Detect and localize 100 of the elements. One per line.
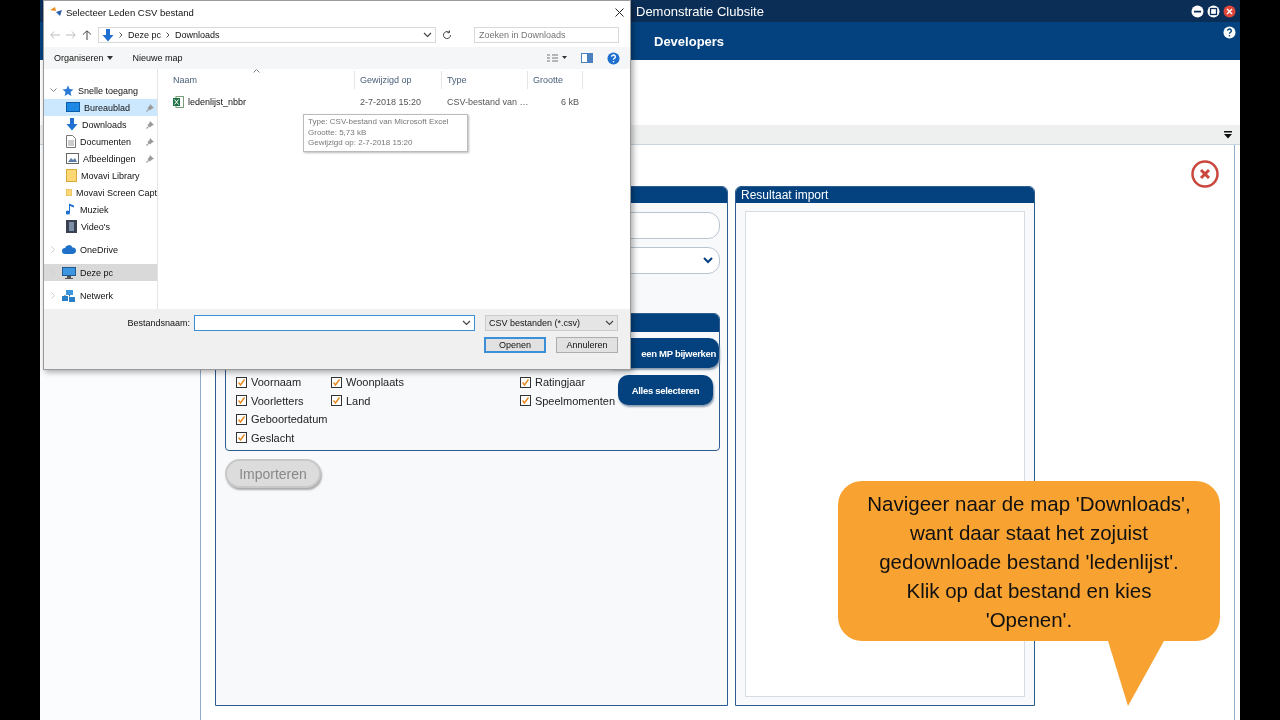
nav-item[interactable]: Movavi Screen Capt	[44, 184, 157, 201]
column-header[interactable]: Naam	[168, 71, 355, 89]
help-icon[interactable]	[1223, 26, 1236, 39]
nav-item[interactable]: OneDrive	[44, 241, 157, 258]
app-icon	[50, 7, 62, 17]
download-arrow-icon	[66, 118, 78, 131]
checkbox[interactable]	[331, 395, 342, 407]
close-icon[interactable]	[1223, 4, 1236, 18]
pin-icon	[146, 154, 154, 163]
field-label: Bestandsnaam:	[127, 318, 190, 328]
tooltip-text: Type: CSV-bestand van Microsoft Excel	[308, 117, 450, 128]
chevron-down-icon	[423, 32, 432, 38]
chevron-down-icon	[703, 257, 713, 264]
pin-icon	[146, 120, 154, 129]
checkbox[interactable]	[236, 432, 247, 444]
checkbox[interactable]	[520, 376, 531, 388]
checkbox-label: Speelmomenten	[534, 394, 615, 407]
dialog-title: Selecteer Leden CSV bestand	[66, 6, 195, 18]
column-header[interactable]: Type	[442, 71, 528, 89]
checkbox-label: Geslacht	[251, 431, 295, 444]
checkbox[interactable]	[236, 376, 247, 388]
nav-item[interactable]: Movavi Library	[44, 167, 157, 184]
pin-icon	[146, 103, 154, 112]
breadcrumb[interactable]: Downloads	[175, 30, 220, 40]
toolbar-button[interactable]: Organiseren	[54, 53, 113, 63]
star-icon	[62, 84, 74, 97]
toolbar-button[interactable]: Nieuwe map	[132, 53, 183, 63]
checkbox-label: Woonplaats	[346, 376, 404, 389]
nav-item[interactable]: Muziek	[44, 201, 157, 218]
checkbox-label: Voorletters	[251, 394, 304, 407]
chevron-down-icon	[462, 320, 471, 326]
checkmark-icon	[333, 378, 340, 386]
view-options-icon[interactable]	[547, 54, 567, 62]
up-arrow-icon[interactable]	[82, 30, 92, 40]
table-cell-text: 2-7-2018 15:20	[359, 97, 423, 107]
chevron-right-icon	[166, 32, 171, 38]
nav-item[interactable]: Bureaublad	[44, 99, 157, 116]
checkmark-icon	[238, 378, 245, 386]
checkmark-icon	[522, 378, 529, 386]
column-header[interactable]: Grootte	[528, 71, 583, 89]
checkbox-label: Land	[346, 394, 371, 407]
nav-item[interactable]: Video's	[44, 218, 157, 235]
chevron-right-icon	[119, 32, 123, 38]
search-field[interactable]: Zoeken in Downloads	[474, 27, 619, 43]
music-note-icon	[66, 203, 76, 216]
cloud-icon	[62, 245, 76, 254]
dropdown-icon[interactable]	[1224, 130, 1232, 139]
checkmark-icon	[238, 397, 245, 405]
tooltip-text: Grootte: 5,73 kB	[308, 127, 368, 138]
nav-item[interactable]: Documenten	[44, 133, 157, 150]
checkbox[interactable]	[331, 376, 342, 388]
checkbox[interactable]	[236, 413, 247, 425]
film-icon	[66, 220, 77, 233]
nav-item[interactable]: Netwerk	[44, 287, 157, 304]
nav-item[interactable]: Snelle toegang	[44, 82, 157, 99]
picture-icon	[66, 153, 79, 164]
dialog-button[interactable]: Openen	[484, 337, 546, 353]
tooltip-text: Gewijzigd op: 2-7-2018 15:20	[308, 138, 414, 149]
instruction-text: Navigeer naar de map 'Downloads', want daar staat het zojuist gedownloade bestand 'ledenlijst'. Klik op dat bestand en kies 'Openen'.	[866, 490, 1192, 633]
chevron-down-icon	[605, 320, 614, 326]
refresh-icon[interactable]	[442, 30, 452, 40]
spreadsheet-file-icon	[173, 96, 184, 108]
preview-pane-icon[interactable]	[581, 53, 593, 63]
document-icon	[66, 135, 76, 148]
panel-title: Resultaat import	[736, 187, 1034, 203]
dialog-button[interactable]: Annuleren	[556, 337, 618, 353]
network-icon	[62, 289, 76, 302]
table-cell-text: 6 kB	[560, 97, 580, 107]
nav-item[interactable]: Deze pc	[44, 264, 157, 281]
address-bar[interactable]: Deze pc Downloads	[98, 27, 436, 43]
checkbox[interactable]	[520, 395, 531, 407]
nav-item[interactable]: Downloads	[44, 116, 157, 133]
checkbox-label: Geboortedatum	[251, 413, 328, 426]
computer-icon	[62, 266, 76, 279]
breadcrumb[interactable]: Deze pc	[128, 30, 162, 40]
help-icon[interactable]	[607, 51, 620, 65]
checkbox-label: Voornaam	[251, 376, 302, 389]
checkmark-icon	[238, 434, 245, 442]
nav-title: Developers	[654, 33, 726, 49]
download-arrow-icon	[102, 28, 114, 42]
column-header[interactable]: Gewijzigd op	[355, 71, 442, 89]
checkmark-icon	[521, 397, 529, 405]
action-button[interactable]: Alles selecteren	[618, 375, 713, 405]
nav-item[interactable]: Afbeeldingen	[44, 150, 157, 167]
filename-field[interactable]	[194, 315, 475, 331]
file-name: ledenlijst_nbbr	[188, 97, 247, 107]
chevron-down-icon[interactable]	[49, 88, 57, 93]
file-type-select[interactable]: CSV bestanden (*.csv)	[485, 315, 618, 331]
folder-icon	[66, 169, 77, 182]
close-icon[interactable]	[615, 7, 624, 17]
checkbox[interactable]	[236, 395, 247, 407]
minimize-icon[interactable]	[1191, 4, 1204, 18]
sort-caret-icon	[253, 69, 260, 73]
checkmark-icon	[238, 415, 245, 423]
pin-icon	[146, 137, 154, 146]
monitor-icon	[66, 102, 80, 113]
window-title: Demonstratie Clubsite	[636, 3, 765, 19]
file-row[interactable]: ledenlijst_nbbr 2-7-2018 15:20 CSV-bestand van … 6 kB	[168, 93, 630, 111]
restore-icon[interactable]	[1207, 4, 1220, 18]
caret-down-icon	[106, 56, 113, 60]
